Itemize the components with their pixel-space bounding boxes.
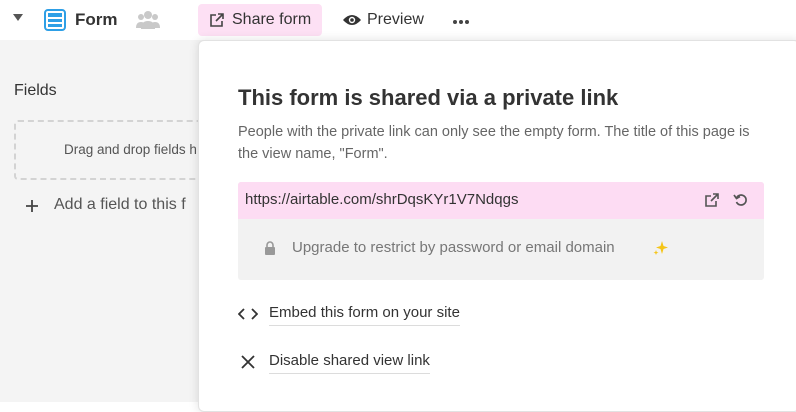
add-field-label: Add a field to this f [54,196,186,213]
refresh-icon[interactable] [733,192,749,208]
caret-down-icon[interactable] [13,14,23,21]
upgrade-restrict-row[interactable]: Upgrade to restrict by password or email… [238,219,764,280]
popover-title: This form is shared via a private link [238,85,619,110]
people-icon[interactable] [136,9,160,31]
form-view-icon [44,9,66,31]
fields-heading: Fields [14,82,57,99]
field-dropzone[interactable]: Drag and drop fields h [14,120,214,180]
disable-shared-link-label: Disable shared view link [269,352,430,374]
preview-label: Preview [367,11,424,28]
share-icon [210,13,224,27]
share-form-label: Share form [232,11,312,28]
code-icon [238,308,258,320]
dropzone-text: Drag and drop fields h [64,142,197,157]
eye-icon [343,15,361,25]
view-toolbar: Form Share form Preview [0,0,796,40]
plus-icon [26,200,38,212]
share-form-popover: This form is shared via a private link P… [198,40,796,412]
view-name[interactable]: Form [75,10,118,30]
share-form-button[interactable]: Share form [198,4,322,36]
open-link-icon[interactable] [704,192,720,208]
close-icon [241,355,255,369]
more-options-button[interactable] [446,4,474,36]
upgrade-text: Upgrade to restrict by password or email… [292,239,615,256]
sparkle-icon [653,241,668,255]
share-link-url[interactable]: https://airtable.com/shrDqsKYr1V7Ndqgs [245,191,518,208]
lock-icon [265,241,275,255]
preview-button[interactable]: Preview [338,4,434,36]
share-link-row: https://airtable.com/shrDqsKYr1V7Ndqgs [238,182,764,219]
more-icon [453,20,457,24]
popover-description: People with the private link can only se… [238,124,750,162]
embed-form-label: Embed this form on your site [269,304,460,326]
share-link-box: https://airtable.com/shrDqsKYr1V7Ndqgs U… [238,182,764,280]
